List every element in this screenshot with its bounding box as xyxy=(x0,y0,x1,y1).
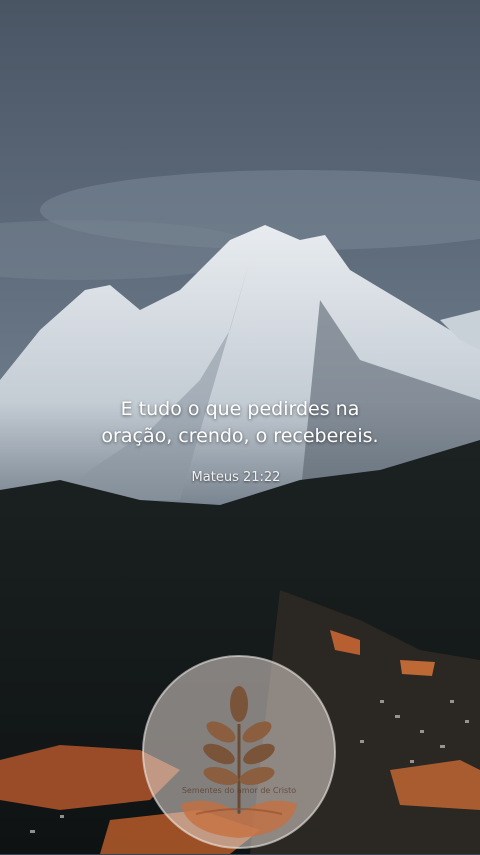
watermark-logo: Sementes do amor de Cristo xyxy=(141,654,337,850)
sprout-in-hands-icon xyxy=(142,655,336,849)
bible-verse: E tudo o que pedirdes na oração, crendo,… xyxy=(0,396,480,450)
verse-reference: Mateus 21:22 xyxy=(191,470,281,485)
logo-text: Sementes do amor de Cristo xyxy=(181,786,297,795)
verse-line-2: oração, crendo, o recebereis. xyxy=(101,425,379,447)
verse-line-1: E tudo o que pedirdes na xyxy=(120,398,360,420)
